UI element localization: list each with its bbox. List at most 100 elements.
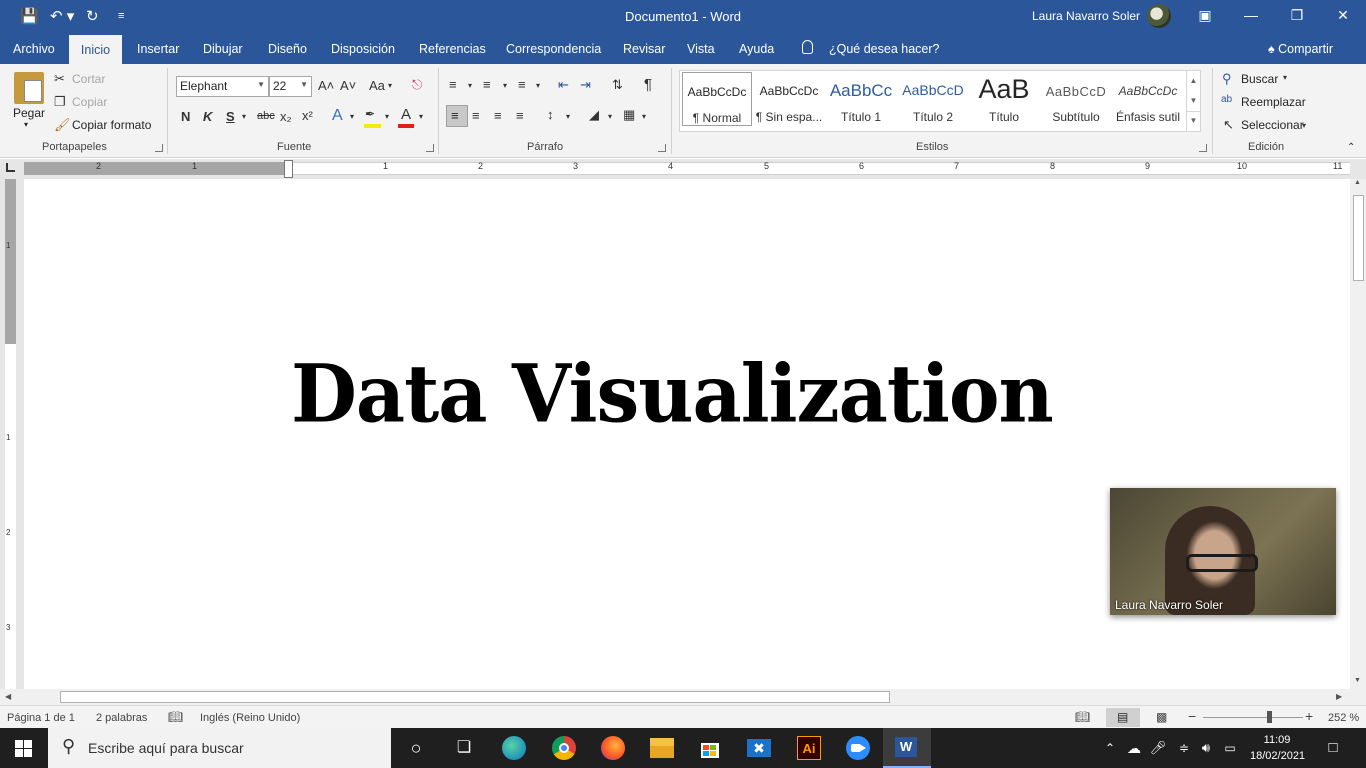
align-right-icon[interactable]: ≡ — [494, 108, 502, 123]
horizontal-scrollbar[interactable]: ◀ ▶ — [0, 689, 1366, 705]
font-name-combo[interactable]: Elephant ▼ — [176, 76, 269, 97]
notifications-icon[interactable]: □ — [1321, 736, 1345, 760]
italic-button[interactable]: K — [203, 109, 212, 124]
onedrive-icon[interactable]: ☁ — [1122, 736, 1146, 760]
tab-diseno[interactable]: Diseño — [268, 42, 307, 56]
read-mode-icon[interactable]: 📖︎ — [1075, 710, 1090, 724]
scroll-down-icon[interactable]: ▼ — [1354, 677, 1361, 684]
numbering-icon[interactable]: ≡ — [483, 77, 491, 92]
paste-icon[interactable] — [14, 72, 44, 104]
restore-button[interactable]: ❐ — [1287, 7, 1307, 24]
more-styles-icon[interactable]: ▼ — [1187, 111, 1200, 131]
styles-scroller[interactable]: ▲ ▼ ▼ — [1186, 71, 1200, 131]
document-heading[interactable]: Data Visualization — [24, 347, 1350, 440]
chevron-down-icon[interactable]: ▾ — [608, 112, 612, 121]
cortana-icon[interactable]: ○ — [404, 736, 428, 760]
font-color-icon[interactable]: A — [401, 106, 411, 123]
scroll-up-icon[interactable]: ▲ — [1187, 71, 1200, 91]
indent-marker[interactable] — [284, 160, 293, 178]
tab-dibujar[interactable]: Dibujar — [203, 42, 243, 56]
highlight-icon[interactable]: ✒ — [365, 107, 375, 121]
firefox-icon[interactable] — [601, 736, 625, 760]
find-button[interactable]: Buscar — [1241, 72, 1278, 86]
task-view-icon[interactable]: ❏ — [452, 736, 476, 760]
edge-icon[interactable] — [502, 736, 526, 760]
strikethrough-button[interactable]: abc — [257, 110, 275, 122]
chevron-down-icon[interactable]: ▾ — [1302, 121, 1306, 130]
tab-selector-icon[interactable] — [6, 163, 15, 172]
tab-ayuda[interactable]: Ayuda — [739, 42, 774, 56]
align-center-icon[interactable]: ≡ — [472, 108, 480, 123]
replace-button[interactable]: Reemplazar — [1241, 95, 1306, 109]
style-title[interactable]: AaB Título — [969, 72, 1039, 126]
illustrator-icon[interactable]: Ai — [797, 736, 821, 760]
video-call-overlay[interactable]: Laura Navarro Soler — [1110, 488, 1336, 615]
tell-me-search[interactable]: ¿Qué desea hacer? — [829, 42, 940, 56]
shrink-font-button[interactable]: A˅ — [340, 78, 356, 93]
chevron-up-icon[interactable]: ⌃ — [1098, 736, 1122, 760]
battery-icon[interactable]: ▭ — [1218, 736, 1242, 760]
chevron-down-icon[interactable]: ▾ — [388, 81, 392, 90]
chevron-down-icon[interactable]: ▾ — [242, 112, 246, 121]
tab-archivo[interactable]: Archivo — [13, 42, 55, 56]
tab-inicio[interactable]: Inicio — [69, 35, 122, 64]
proofing-icon[interactable]: 📖︎ — [168, 710, 183, 724]
mail-icon[interactable]: ✖ — [747, 739, 771, 757]
zoom-in-icon[interactable]: + — [1305, 708, 1313, 724]
language-indicator[interactable]: Inglés (Reino Unido) — [200, 712, 300, 724]
chevron-down-icon[interactable]: ▾ — [566, 112, 570, 121]
close-button[interactable]: ✕ — [1333, 7, 1353, 24]
justify-icon[interactable]: ≡ — [516, 108, 524, 123]
chevron-down-icon[interactable]: ▾ — [468, 81, 472, 90]
chevron-down-icon[interactable]: ▾ — [419, 112, 423, 121]
chevron-down-icon[interactable]: ▾ — [350, 112, 354, 121]
shading-icon[interactable]: ◢ — [589, 107, 599, 123]
file-explorer-icon[interactable] — [650, 738, 674, 758]
zoom-out-icon[interactable]: − — [1188, 708, 1196, 724]
font-dialog-launcher[interactable] — [426, 144, 434, 152]
clear-formatting-icon[interactable]: ⎋ — [412, 77, 422, 93]
share-button[interactable]: ♠︎ Compartir — [1268, 42, 1333, 56]
web-layout-icon[interactable]: ▩ — [1156, 710, 1167, 724]
paste-button[interactable]: Pegar — [13, 106, 45, 120]
tab-insertar[interactable]: Insertar — [137, 42, 179, 56]
word-taskbar-button[interactable]: W — [883, 728, 931, 768]
change-case-button[interactable]: Aa — [369, 78, 385, 93]
style-no-spacing[interactable]: AaBbCcDc ¶ Sin espa... — [754, 72, 824, 126]
microphone-icon[interactable]: 🎤︎ — [1146, 736, 1170, 760]
tab-revisar[interactable]: Revisar — [623, 42, 665, 56]
text-effects-icon[interactable]: A — [332, 107, 343, 125]
bullets-icon[interactable]: ≡ — [449, 77, 457, 92]
scroll-up-icon[interactable]: ▲ — [1354, 179, 1361, 186]
increase-indent-icon[interactable]: ⇥ — [580, 77, 591, 93]
clipboard-dialog-launcher[interactable] — [155, 144, 163, 152]
zoom-app-icon[interactable] — [846, 736, 870, 760]
taskbar-clock[interactable]: 11:09 18/02/2021 — [1250, 732, 1305, 764]
font-size-combo[interactable]: 22 ▼ — [269, 76, 312, 97]
ribbon-display-icon[interactable]: ▣ — [1195, 7, 1215, 24]
chevron-down-icon[interactable]: ▾ — [536, 81, 540, 90]
wifi-icon[interactable]: ≑ — [1172, 736, 1196, 760]
zoom-slider[interactable] — [1203, 717, 1303, 718]
vertical-scroll-thumb[interactable] — [1353, 195, 1364, 281]
scroll-left-icon[interactable]: ◀ — [5, 692, 11, 701]
zoom-slider-thumb[interactable] — [1267, 711, 1272, 723]
style-subtle-emphasis[interactable]: AaBbCcDc Énfasis sutil — [1113, 72, 1183, 126]
decrease-indent-icon[interactable]: ⇤ — [558, 77, 569, 93]
windows-start-icon[interactable] — [15, 740, 32, 757]
tab-referencias[interactable]: Referencias — [419, 42, 486, 56]
grow-font-button[interactable]: A˄ — [318, 78, 334, 93]
tab-correspondencia[interactable]: Correspondencia — [506, 42, 601, 56]
bold-button[interactable]: N — [181, 109, 190, 124]
store-icon[interactable] — [698, 737, 722, 759]
superscript-button[interactable]: x² — [302, 108, 313, 123]
style-heading-2[interactable]: AaBbCcD Título 2 — [898, 72, 968, 126]
chevron-down-icon[interactable]: ▾ — [642, 112, 646, 121]
paste-dropdown-icon[interactable]: ▾ — [24, 120, 28, 129]
copy-button[interactable]: Copiar — [72, 95, 107, 109]
format-painter-button[interactable]: Copiar formato — [72, 118, 151, 132]
underline-button[interactable]: S — [226, 109, 235, 124]
account-name[interactable]: Laura Navarro Soler — [1032, 9, 1140, 23]
zoom-level[interactable]: 252 % — [1328, 712, 1359, 724]
scroll-right-icon[interactable]: ▶ — [1336, 692, 1342, 701]
